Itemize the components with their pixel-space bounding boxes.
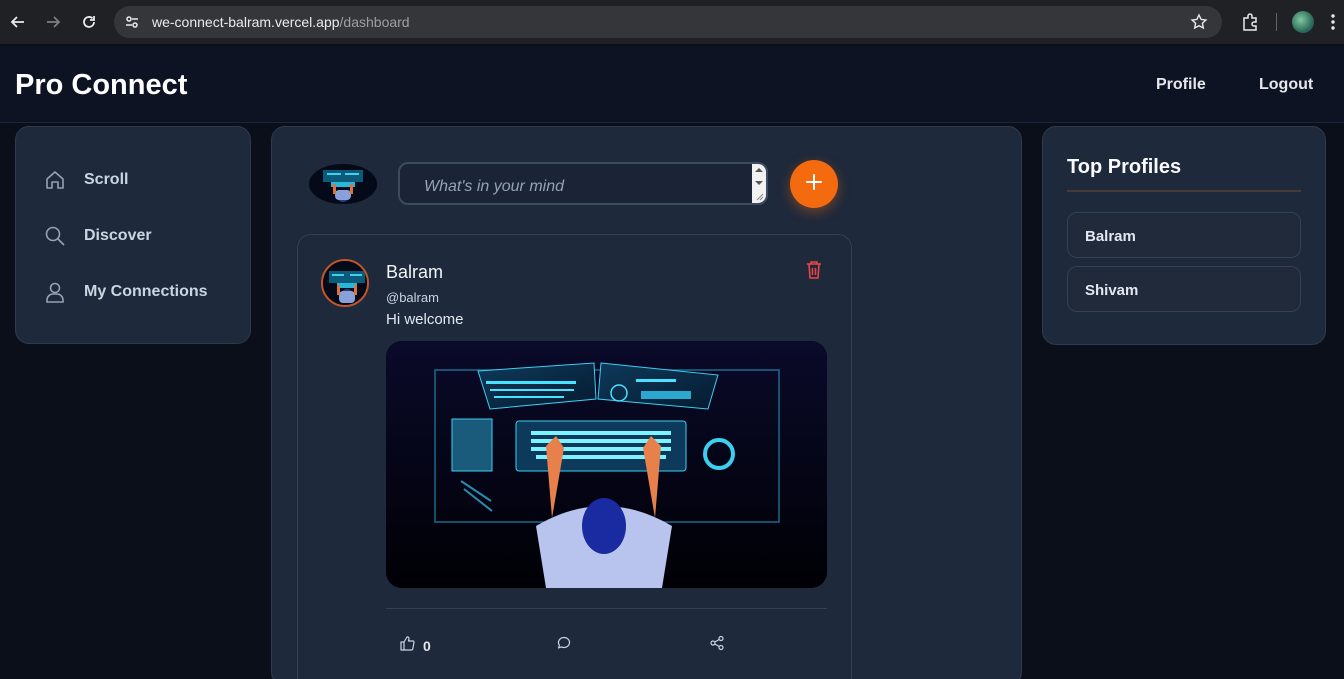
sidebar-item-scroll[interactable]: Scroll — [44, 169, 128, 191]
main-feed: What's in your mind Balram @balram Hi we… — [271, 126, 1022, 679]
browser-menu-icon[interactable] — [1330, 12, 1336, 37]
back-icon[interactable] — [8, 12, 28, 32]
nav-logout-link[interactable]: Logout — [1259, 76, 1313, 94]
reload-icon[interactable] — [79, 12, 99, 32]
left-sidebar: Scroll Discover My Connections — [15, 126, 251, 344]
top-profile-name: Shivam — [1085, 282, 1139, 299]
like-count: 0 — [423, 637, 431, 654]
composer-scrollbar[interactable] — [752, 164, 766, 203]
url-host: we-connect-balram.vercel.app — [152, 14, 340, 30]
url-text: we-connect-balram.vercel.app/dashboard — [152, 14, 410, 30]
sidebar-item-my-connections[interactable]: My Connections — [44, 281, 208, 303]
site-settings-icon[interactable] — [124, 14, 140, 35]
comment-icon — [556, 635, 572, 656]
forward-icon[interactable] — [43, 12, 63, 32]
top-profiles-panel: Top Profiles Balram Shivam — [1042, 126, 1326, 345]
post-image[interactable] — [386, 341, 827, 588]
post-author-avatar[interactable] — [321, 259, 369, 307]
add-post-button[interactable] — [790, 160, 838, 208]
top-profiles-title: Top Profiles — [1067, 156, 1182, 178]
top-profile-name: Balram — [1085, 228, 1136, 245]
delete-icon[interactable] — [805, 260, 823, 285]
composer-avatar[interactable] — [309, 164, 377, 204]
browser-toolbar: we-connect-balram.vercel.app/dashboard — [0, 0, 1344, 44]
post-author-handle: @balram — [386, 290, 439, 305]
search-icon — [44, 225, 66, 247]
post-text: Hi welcome — [386, 311, 464, 328]
user-icon — [44, 281, 66, 303]
share-icon — [709, 635, 725, 656]
extensions-icon[interactable] — [1240, 12, 1260, 37]
sidebar-item-label: Scroll — [84, 171, 129, 188]
bookmark-star-icon[interactable] — [1190, 13, 1208, 36]
top-profile-item[interactable]: Balram — [1067, 212, 1301, 258]
home-icon — [44, 169, 66, 191]
browser-profile-avatar[interactable] — [1292, 11, 1314, 33]
url-path: /dashboard — [339, 14, 410, 30]
plus-icon — [804, 172, 824, 197]
address-bar[interactable]: we-connect-balram.vercel.app/dashboard — [114, 6, 1222, 38]
sidebar-item-discover[interactable]: Discover — [44, 225, 152, 247]
post-divider — [386, 608, 827, 609]
share-button[interactable] — [709, 635, 725, 656]
post-composer-input[interactable]: What's in your mind — [398, 162, 768, 205]
comment-button[interactable] — [556, 635, 572, 656]
brand-logo-text[interactable]: Pro Connect — [15, 69, 187, 102]
like-button[interactable]: 0 — [399, 635, 431, 656]
toolbar-separator — [1276, 13, 1277, 31]
post-author-name[interactable]: Balram — [386, 262, 443, 283]
sidebar-item-label: My Connections — [84, 283, 208, 300]
app-header: Pro Connect Profile Logout — [0, 46, 1344, 123]
top-profile-item[interactable]: Shivam — [1067, 266, 1301, 312]
sidebar-item-label: Discover — [84, 227, 152, 244]
post-card: Balram @balram Hi welcome 0 — [297, 234, 852, 679]
composer-placeholder: What's in your mind — [424, 178, 564, 195]
like-icon — [399, 635, 415, 656]
nav-profile-link[interactable]: Profile — [1156, 76, 1206, 94]
top-profiles-divider — [1067, 190, 1301, 192]
